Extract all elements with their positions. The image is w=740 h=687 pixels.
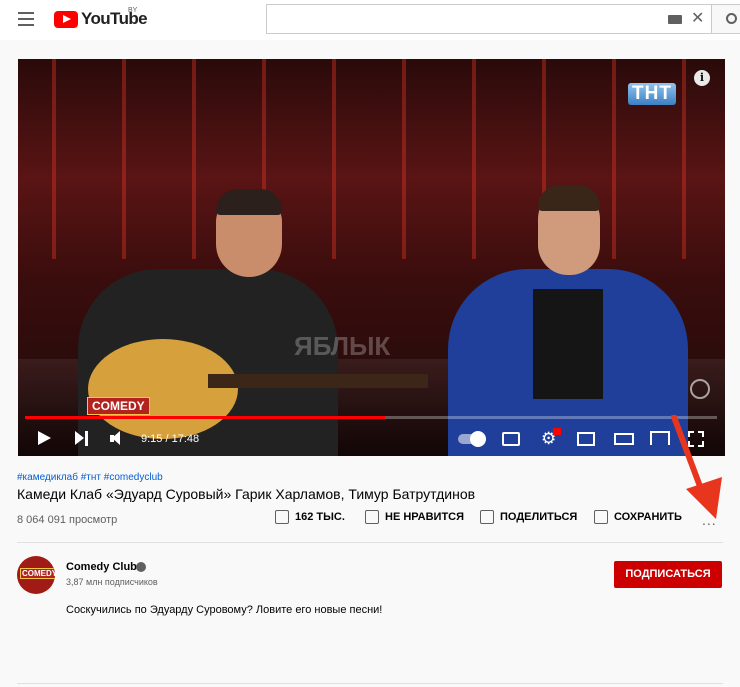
search-icon xyxy=(726,13,737,24)
progress-bar[interactable] xyxy=(25,416,717,419)
subscriber-count: 3,87 млн подписчиков xyxy=(66,577,158,587)
progress-played xyxy=(25,416,385,419)
show-logo: COMEDY xyxy=(87,397,150,415)
site-watermark: ЯБЛЫК xyxy=(294,331,391,361)
search-input[interactable]: ✕ xyxy=(266,4,712,34)
performer-host xyxy=(438,179,698,456)
share-button[interactable]: ПОДЕЛИТЬСЯ xyxy=(480,510,577,524)
subtitles-icon[interactable] xyxy=(502,432,520,446)
view-count: 8 064 091 просмотр xyxy=(17,514,118,526)
share-arrow-icon xyxy=(480,510,494,524)
more-actions-button[interactable]: ... xyxy=(702,512,717,528)
subscribe-button[interactable]: ПОДПИСАТЬСЯ xyxy=(614,561,722,588)
theater-mode-icon[interactable] xyxy=(614,433,634,445)
avatar-logo-text: COMEDY xyxy=(20,568,55,579)
hamburger-menu-icon[interactable] xyxy=(18,12,34,26)
logo-country-code: BY xyxy=(128,7,138,14)
fullscreen-icon[interactable] xyxy=(688,431,704,447)
autoplay-play-icon xyxy=(470,431,486,447)
share-label: ПОДЕЛИТЬСЯ xyxy=(500,511,578,523)
channel-branding-icon[interactable] xyxy=(690,379,710,399)
info-icon[interactable]: i xyxy=(694,70,710,86)
video-player[interactable]: ТНТ i COMEDY ЯБЛЫК 9:15 / 17:48 ⚙ xyxy=(18,59,725,456)
video-title: Камеди Клаб «Эдуард Суровый» Гарик Харла… xyxy=(17,486,476,502)
player-controls: 9:15 / 17:48 ⚙ xyxy=(18,425,725,455)
save-label: СОХРАНИТЬ xyxy=(614,511,682,523)
youtube-play-icon xyxy=(54,10,78,28)
channel-avatar[interactable]: COMEDY xyxy=(17,556,55,594)
hashtags-link[interactable]: #камедиклаб #тнт #comedyclub xyxy=(17,472,163,483)
dislike-label: НЕ НРАВИТСЯ xyxy=(385,511,465,523)
keyboard-icon[interactable] xyxy=(668,15,682,24)
play-icon[interactable] xyxy=(38,431,51,445)
thumbs-down-icon xyxy=(365,510,379,524)
miniplayer-icon[interactable] xyxy=(577,432,595,446)
airplay-icon[interactable] xyxy=(650,431,670,445)
clear-icon[interactable]: ✕ xyxy=(691,9,704,29)
thumbs-up-icon xyxy=(275,510,289,524)
guitar xyxy=(88,339,238,439)
like-count: 162 ТЫС. xyxy=(295,511,345,523)
verified-check-icon xyxy=(136,562,146,572)
next-icon[interactable] xyxy=(75,431,89,446)
time-display: 9:15 / 17:48 xyxy=(141,433,200,445)
tv-channel-logo: ТНТ xyxy=(628,83,676,105)
like-button[interactable]: 162 ТЫС. xyxy=(275,510,345,524)
save-button[interactable]: СОХРАНИТЬ xyxy=(594,510,682,524)
volume-icon[interactable] xyxy=(110,431,126,446)
video-description: Соскучились по Эдуарду Суровому? Ловите … xyxy=(66,604,383,616)
dislike-button[interactable]: НЕ НРАВИТСЯ xyxy=(365,510,464,524)
playlist-add-icon xyxy=(594,510,608,524)
hd-badge-icon xyxy=(553,428,561,435)
top-bar: YouTube BY ✕ xyxy=(0,0,740,40)
autoplay-toggle[interactable] xyxy=(458,431,486,447)
channel-name[interactable]: Comedy Club xyxy=(66,561,137,573)
divider xyxy=(17,542,723,543)
divider xyxy=(17,683,723,684)
search-button[interactable] xyxy=(712,4,740,34)
